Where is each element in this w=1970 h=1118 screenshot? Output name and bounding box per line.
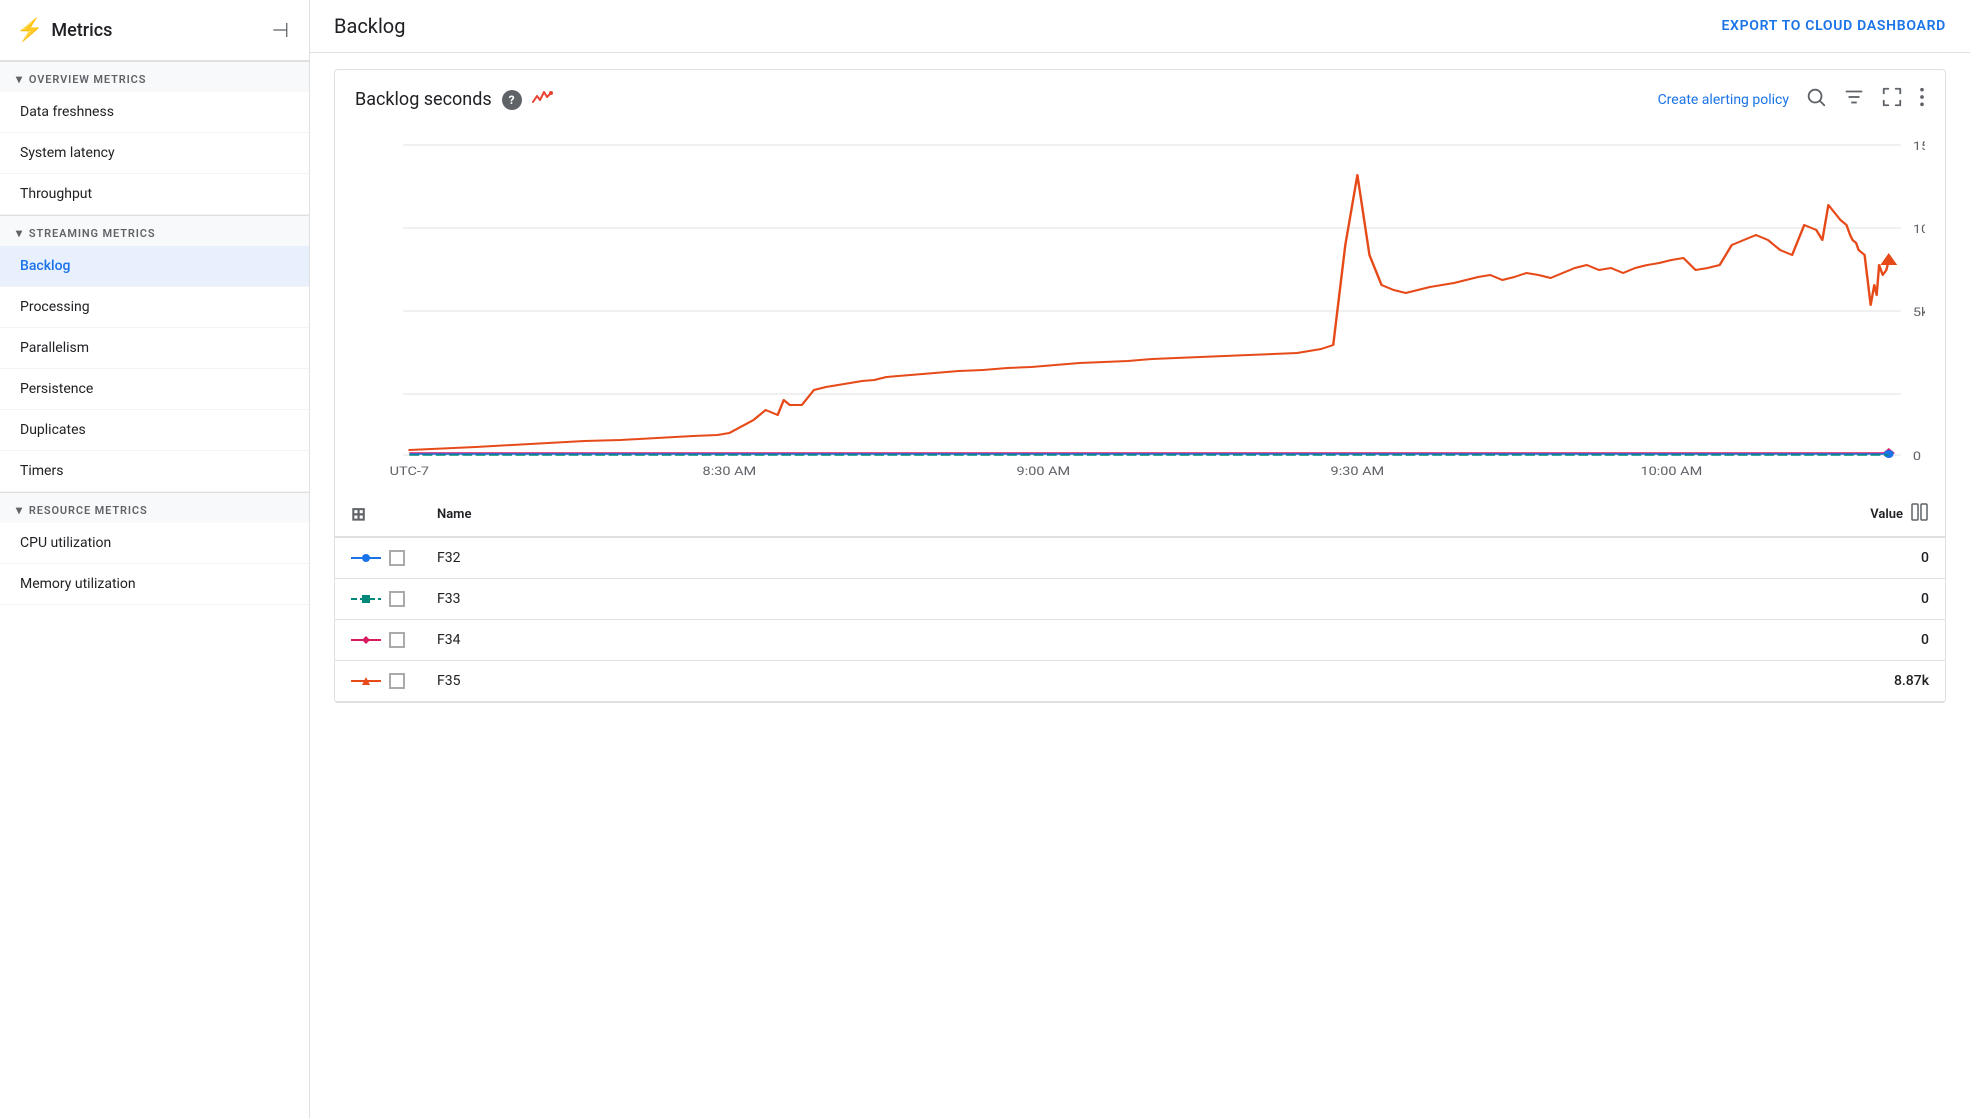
sidebar: ⚡ Metrics ⊣ ▾ OVERVIEW METRICS Data fres… — [0, 0, 310, 1118]
sidebar-item-backlog[interactable]: Backlog — [0, 246, 309, 287]
sidebar-title: Metrics — [51, 20, 112, 41]
row-value-f35: 8.87k — [1825, 661, 1945, 702]
search-icon[interactable] — [1805, 86, 1827, 113]
row-checkbox-f35[interactable] — [389, 673, 405, 689]
column-toggle-icon[interactable] — [1911, 503, 1929, 526]
streaming-section-label: STREAMING METRICS — [29, 227, 156, 240]
sidebar-item-throughput[interactable]: Throughput — [0, 174, 309, 215]
table-row: F32 0 — [335, 537, 1945, 579]
sidebar-item-cpu-utilization[interactable]: CPU utilization — [0, 523, 309, 564]
sidebar-item-timers[interactable]: Timers — [0, 451, 309, 492]
overview-chevron-icon: ▾ — [16, 72, 23, 86]
table-row: F34 0 — [335, 620, 1945, 661]
chart-svg-wrapper: 15k 10k 5k 0 UTC-7 8:30 AM 9:00 AM 9:30 … — [335, 125, 1945, 485]
backlog-chart[interactable]: 15k 10k 5k 0 UTC-7 8:30 AM 9:00 AM 9:30 … — [355, 125, 1925, 485]
row-name-f32: F32 — [421, 537, 1825, 579]
legend-checkbox-header: ⊞ — [335, 493, 421, 537]
svg-text:UTC-7: UTC-7 — [390, 465, 429, 479]
chart-container: Backlog seconds ? Create alerting policy — [310, 53, 1970, 1118]
row-checkbox-f34[interactable] — [389, 632, 405, 648]
more-options-icon[interactable] — [1919, 86, 1925, 113]
svg-text:0: 0 — [1913, 450, 1921, 464]
resource-section-label: RESOURCE METRICS — [29, 504, 148, 517]
svg-text:8:30 AM: 8:30 AM — [703, 465, 757, 479]
value-column-header: Value — [1825, 493, 1945, 537]
section-header-overview: ▾ OVERVIEW METRICS — [0, 61, 309, 92]
chart-card: Backlog seconds ? Create alerting policy — [334, 69, 1946, 703]
sidebar-item-persistence[interactable]: Persistence — [0, 369, 309, 410]
main-header: Backlog EXPORT TO CLOUD DASHBOARD — [310, 0, 1970, 53]
row-checkbox-f32[interactable] — [389, 550, 405, 566]
sidebar-item-memory-utilization[interactable]: Memory utilization — [0, 564, 309, 605]
svg-text:5k: 5k — [1913, 306, 1925, 320]
resource-chevron-icon: ▾ — [16, 503, 23, 517]
row-name-f35: F35 — [421, 661, 1825, 702]
page-title: Backlog — [334, 14, 405, 38]
row-checkbox-f33[interactable] — [389, 591, 405, 607]
legend-icon-cell-f32 — [335, 537, 421, 579]
sidebar-item-parallelism[interactable]: Parallelism — [0, 328, 309, 369]
logo-icon: ⚡ — [16, 18, 43, 43]
svg-text:9:30 AM: 9:30 AM — [1331, 465, 1385, 479]
sidebar-item-duplicates[interactable]: Duplicates — [0, 410, 309, 451]
filter-icon[interactable] — [1843, 86, 1865, 113]
sidebar-item-data-freshness[interactable]: Data freshness — [0, 92, 309, 133]
chart-header-actions: Create alerting policy — [1658, 86, 1925, 113]
svg-text:10:00 AM: 10:00 AM — [1641, 465, 1703, 479]
name-column-header: Name — [421, 493, 1825, 537]
create-alerting-policy-link[interactable]: Create alerting policy — [1658, 92, 1789, 108]
svg-text:10k: 10k — [1913, 223, 1925, 237]
section-header-streaming: ▾ STREAMING METRICS — [0, 215, 309, 246]
main-content: Backlog EXPORT TO CLOUD DASHBOARD Backlo… — [310, 0, 1970, 1118]
overview-section-label: OVERVIEW METRICS — [29, 73, 146, 86]
sidebar-item-system-latency[interactable]: System latency — [0, 133, 309, 174]
row-name-f33: F33 — [421, 579, 1825, 620]
fullscreen-icon[interactable] — [1881, 86, 1903, 113]
svg-text:9:00 AM: 9:00 AM — [1017, 465, 1071, 479]
grid-view-icon[interactable]: ⊞ — [351, 504, 366, 525]
sidebar-header: ⚡ Metrics ⊣ — [0, 0, 309, 61]
svg-text:15k: 15k — [1913, 140, 1925, 154]
row-value-f32: 0 — [1825, 537, 1945, 579]
legend-icon-cell-f35 — [335, 661, 421, 702]
chart-title: Backlog seconds — [355, 89, 492, 110]
table-row: F35 8.87k — [335, 661, 1945, 702]
help-icon[interactable]: ? — [502, 90, 522, 110]
table-row: F33 0 — [335, 579, 1945, 620]
metrics-explorer-icon[interactable] — [532, 88, 554, 111]
chart-header: Backlog seconds ? Create alerting policy — [335, 70, 1945, 125]
row-value-f34: 0 — [1825, 620, 1945, 661]
legend-table: ⊞ Name Value — [335, 493, 1945, 702]
legend-icon-cell-f33 — [335, 579, 421, 620]
sidebar-item-processing[interactable]: Processing — [0, 287, 309, 328]
section-header-resource: ▾ RESOURCE METRICS — [0, 492, 309, 523]
streaming-chevron-icon: ▾ — [16, 226, 23, 240]
sidebar-logo: ⚡ Metrics — [16, 18, 268, 43]
sidebar-collapse-button[interactable]: ⊣ — [268, 14, 293, 46]
export-button[interactable]: EXPORT TO CLOUD DASHBOARD — [1721, 18, 1946, 34]
row-value-f33: 0 — [1825, 579, 1945, 620]
legend-icon-cell-f34 — [335, 620, 421, 661]
row-name-f34: F34 — [421, 620, 1825, 661]
